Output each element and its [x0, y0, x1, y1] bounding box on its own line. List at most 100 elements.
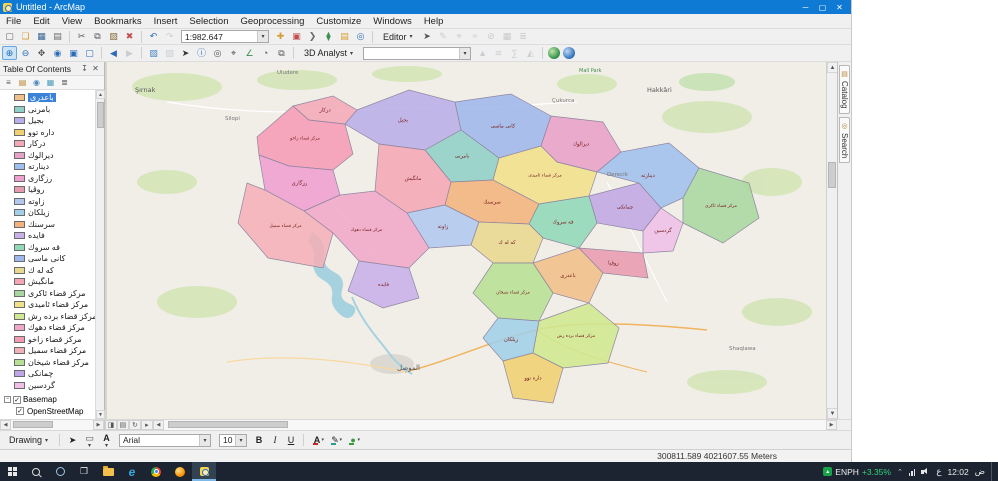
modelbuilder-icon[interactable]: ⧫ [321, 30, 336, 44]
toc-layer-item[interactable]: گردسين [2, 380, 95, 392]
toc-layer-item[interactable]: زيلكان [2, 207, 95, 219]
font-color-button[interactable]: A ▾ [309, 433, 325, 447]
scroll-left-icon[interactable]: ◀ [0, 420, 11, 430]
select-elements-icon[interactable]: ➤ [65, 433, 80, 447]
toc-layer-item[interactable]: دينارته [2, 161, 95, 173]
toc-horizontal-scrollbar[interactable]: ◀ ▶ [0, 420, 105, 430]
pin-icon[interactable]: ↧ [79, 63, 90, 74]
map-svg[interactable]: مركز قضاء زاخو دركار رزگارى بجيل كانى ماسى با… [107, 62, 827, 419]
data-view-button[interactable]: ◨ [104, 420, 117, 430]
toc-layer-item[interactable]: بامرنى [2, 104, 95, 116]
full-extent-icon[interactable]: ◉ [50, 46, 65, 60]
scrollbar-thumb[interactable] [167, 421, 288, 428]
toc-layer-item[interactable]: مركز قضاء زاخو [2, 334, 95, 346]
underline-button[interactable]: U [284, 433, 298, 447]
arcmap-taskbar-button[interactable] [192, 462, 216, 481]
save-icon[interactable]: ▦ [34, 30, 49, 44]
marker-color-button[interactable]: ● ▾ [345, 433, 361, 447]
toc-layer-item[interactable]: قه سروك [2, 242, 95, 254]
map-horizontal-scrollbar[interactable]: ◨ ▤ ↻ ▸ ◀ ▶ [104, 420, 838, 430]
scroll-down-icon[interactable]: ▼ [827, 408, 838, 419]
scroll-down-icon[interactable]: ▼ [96, 410, 105, 419]
map-vertical-scrollbar[interactable]: ▲ ▼ [826, 62, 838, 419]
toc-layer-item[interactable]: كانى ماسى [2, 253, 95, 265]
toc-layer-item[interactable]: مركز قضاء برده رش [2, 311, 97, 323]
toc-layer-item[interactable]: بجيل [2, 115, 95, 127]
print-icon[interactable]: ▤ [50, 30, 65, 44]
add-data-icon[interactable]: ✚ [273, 30, 288, 44]
toc-layer-item[interactable]: مانگيش [2, 276, 95, 288]
toc-layer-item[interactable]: مركز قضاء سميل [2, 345, 95, 357]
menu-item-edit[interactable]: Edit [27, 14, 55, 28]
menu-item-geoprocessing[interactable]: Geoprocessing [234, 14, 310, 28]
map-canvas[interactable]: مركز قضاء زاخو دركار رزگارى بجيل كانى ماسى با… [107, 62, 838, 419]
osm-checkbox[interactable]: ✓ [16, 407, 24, 416]
scroll-left-icon[interactable]: ◀ [152, 420, 164, 430]
file-explorer-button[interactable] [96, 462, 120, 481]
chevron-down-icon[interactable]: ▾ [235, 434, 247, 446]
arccatalog-icon[interactable]: ▤ [337, 30, 352, 44]
cut-icon[interactable]: ✂ [74, 30, 89, 44]
fixed-zoom-in-icon[interactable]: ▣ [66, 46, 81, 60]
scale-combo[interactable]: 1:982.647 ▾ [181, 30, 269, 43]
list-by-drawing-order-icon[interactable]: ≡ [2, 77, 15, 89]
toc-layer-item[interactable]: زاوته [2, 196, 95, 208]
text-tool-icon[interactable]: A ▾ [99, 433, 114, 450]
shape-tool-icon[interactable]: ▭ ▾ [82, 433, 97, 450]
menu-item-view[interactable]: View [56, 14, 88, 28]
maximize-button[interactable]: ▢ [814, 1, 831, 14]
toc-layer-item[interactable]: رزگارى [2, 173, 95, 185]
chevron-down-icon[interactable]: ▾ [459, 47, 471, 59]
layout-view-button[interactable]: ▤ [116, 420, 129, 430]
toc-layer-item[interactable]: داره توو [2, 127, 95, 139]
toc-osm-layer[interactable]: ✓ OpenStreetMap [2, 406, 95, 418]
search-window-icon[interactable]: ◎ [353, 30, 368, 44]
network-icon[interactable] [908, 468, 916, 476]
hidden-icons-chevron-icon[interactable]: ⌃ [897, 468, 903, 476]
italic-button[interactable]: I [268, 433, 282, 447]
arcglobe-icon[interactable] [548, 47, 561, 59]
toc-layer-item[interactable]: دركار [2, 138, 95, 150]
pan-icon[interactable]: ✥ [34, 46, 49, 60]
scrollbar-thumb[interactable] [97, 102, 104, 128]
list-by-visibility-icon[interactable]: ◉ [30, 77, 43, 89]
taskbar-search-button[interactable] [24, 462, 48, 481]
identify-icon[interactable]: ⓘ [194, 46, 209, 60]
toc-scrollbar[interactable]: ▲ ▼ [95, 90, 105, 419]
font-size-combo[interactable]: 10 ▾ [219, 433, 248, 447]
editor-menu-button[interactable]: Editor ▾ [377, 30, 419, 44]
go-to-xy-icon[interactable]: ⌖ [226, 46, 241, 60]
scrollbar-thumb[interactable] [828, 162, 837, 188]
toc-layer-item[interactable]: فايده [2, 230, 95, 242]
toc-layer-item[interactable]: مركز قضاء ئاميدى [2, 299, 95, 311]
undo-icon[interactable]: ↶ [146, 30, 161, 44]
scroll-up-icon[interactable]: ▲ [827, 62, 838, 73]
select-features-icon[interactable]: ▧ [146, 46, 161, 60]
firefox-button[interactable] [168, 462, 192, 481]
select-elements-icon[interactable]: ➤ [178, 46, 193, 60]
drawing-menu-button[interactable]: Drawing ▾ [3, 433, 54, 447]
editor-arrow-icon[interactable]: ➤ [420, 30, 435, 44]
show-desktop-button[interactable] [991, 462, 994, 481]
time-slider-icon[interactable]: ◔ [258, 46, 273, 60]
minimize-button[interactable]: ─ [797, 1, 814, 14]
toc-layer-item[interactable]: كه له ك [2, 265, 95, 277]
menu-item-windows[interactable]: Windows [367, 14, 418, 28]
tab-search[interactable]: ◎ Search [839, 116, 850, 163]
scroll-up-icon[interactable]: ▲ [96, 90, 105, 99]
zoom-out-icon[interactable]: ⊖ [18, 46, 33, 60]
line-color-button[interactable]: ✎ ▾ [327, 433, 343, 447]
open-folder-icon[interactable]: ❏ [18, 30, 33, 44]
toc-layer-item[interactable]: چمانكى [2, 368, 95, 380]
list-by-source-icon[interactable]: ▤ [16, 77, 29, 89]
python-window-icon[interactable]: ❯ [305, 30, 320, 44]
copy-icon[interactable]: ⧉ [90, 30, 105, 44]
toc-options-icon[interactable]: ≣ [58, 77, 71, 89]
arctoolbox-icon[interactable]: ▣ [289, 30, 304, 44]
close-icon[interactable]: ✕ [90, 63, 101, 74]
toc-layer-item[interactable]: مركز قضاء شيخان [2, 357, 95, 369]
menu-item-bookmarks[interactable]: Bookmarks [88, 14, 148, 28]
stock-widget[interactable]: ▲ ENPH +3.35% [823, 467, 891, 477]
pause-drawing-button[interactable]: ▸ [140, 420, 153, 430]
task-view-button[interactable]: ❐ [72, 462, 96, 481]
